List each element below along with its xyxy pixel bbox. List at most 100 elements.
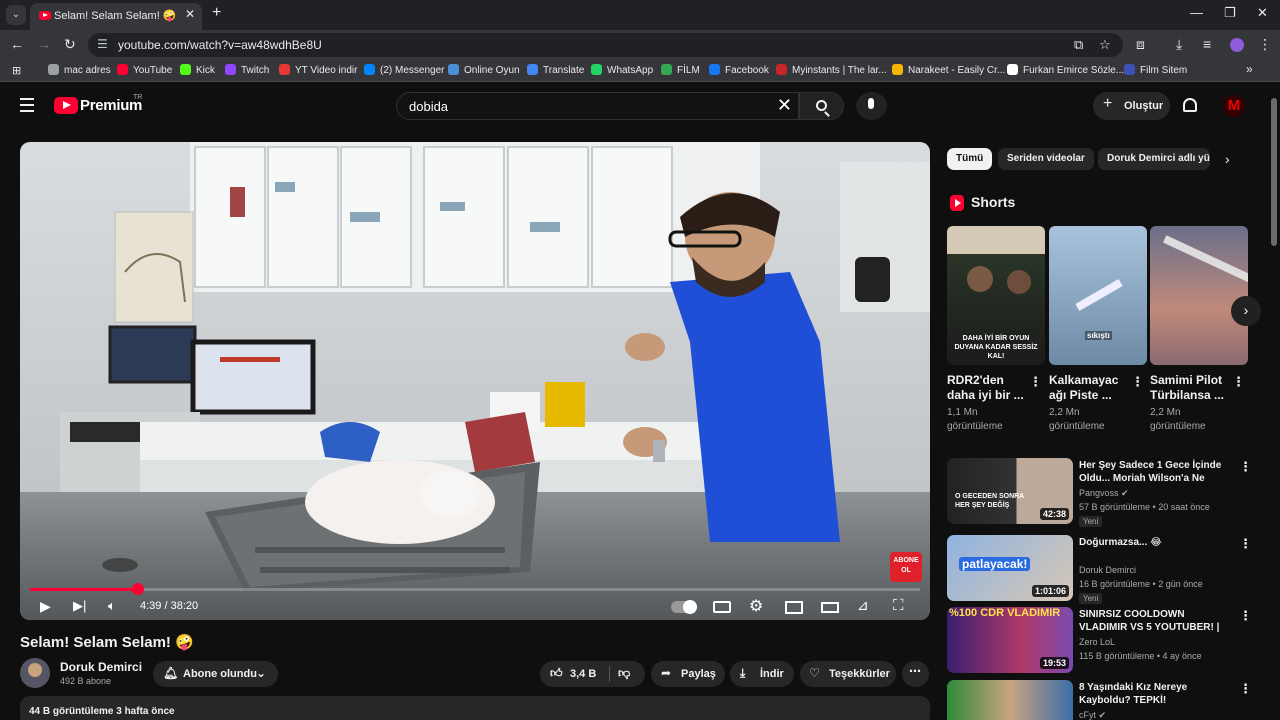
progress-scrubber[interactable] — [131, 583, 144, 595]
channel-avatar[interactable] — [20, 658, 50, 688]
channel-name[interactable]: Doruk Demirci — [60, 660, 142, 674]
page-scrollbar[interactable] — [1271, 98, 1277, 246]
short-title[interactable]: Kalkamayac ağı Piste ... — [1049, 373, 1129, 403]
bookmark-messenger[interactable]: (2) Messenger — [364, 64, 444, 76]
next-icon[interactable]: ▶| — [73, 598, 86, 614]
close-tab-icon[interactable]: ✕ — [185, 7, 195, 21]
bookmark-myinstants[interactable]: Myinstants | The lar... — [776, 64, 887, 76]
chevron-right-icon[interactable]: › — [1225, 151, 1230, 167]
related-thumbnail[interactable]: %100 CDR VLADIMIR 19:53 — [947, 607, 1073, 673]
more-vertical-icon[interactable]: ⋮ — [1239, 608, 1252, 624]
thanks-button[interactable]: ♡ Teşekkürler — [800, 661, 896, 687]
chip-all[interactable]: Tümü — [947, 148, 993, 170]
account-avatar[interactable]: M — [1223, 95, 1245, 117]
more-vertical-icon[interactable]: ⋮ — [1239, 459, 1252, 475]
theater-mode-icon[interactable] — [821, 602, 839, 613]
search-button[interactable] — [799, 92, 844, 120]
create-button[interactable]: + Oluştur — [1093, 92, 1170, 120]
bookmark-online-oyun[interactable]: Online Oyun — [448, 64, 520, 76]
like-button[interactable]: 👍︎ 3,4 B 👎︎ — [540, 661, 645, 687]
thumbs-down-icon[interactable]: 👎︎ — [618, 666, 630, 681]
related-title[interactable]: Doğurmazsa... 😂 — [1079, 536, 1229, 549]
related-channel[interactable]: Doruk Demirci — [1079, 565, 1136, 575]
subscribe-badge[interactable]: ABONE OL — [890, 552, 922, 582]
more-vertical-icon[interactable]: ⋮ — [1029, 374, 1042, 390]
more-actions-button[interactable]: ⋯ — [902, 661, 929, 687]
fullscreen-icon[interactable]: ⛶ — [893, 597, 904, 614]
miniplayer-icon[interactable] — [785, 601, 803, 614]
bookmark-facebook[interactable]: Facebook — [709, 64, 769, 76]
minimize-icon[interactable]: — — [1190, 5, 1203, 20]
more-vertical-icon[interactable]: ⋮ — [1239, 681, 1252, 697]
back-icon[interactable]: ← — [10, 36, 24, 52]
related-video[interactable]: 8 Yaşındaki Kız Nereye Kayboldu? TEPKİ! … — [947, 680, 1267, 720]
bookmark-twitch[interactable]: Twitch — [225, 64, 269, 76]
related-title[interactable]: Her Şey Sadece 1 Gece İçinde Oldu... Mor… — [1079, 459, 1229, 486]
media-icon[interactable]: ≡ — [1203, 36, 1211, 52]
window-close-icon[interactable]: ✕ — [1257, 5, 1268, 21]
settings-gear-icon[interactable]: ⚙ — [749, 596, 763, 616]
bookmark-mac-adres[interactable]: mac adres — [48, 64, 111, 76]
bookmark-narakeet[interactable]: Narakeet - Easily Cr... — [892, 64, 1005, 76]
subscribed-button[interactable]: 🔔︎ Abone olundu ⌄ — [153, 661, 278, 687]
bookmark-film-sitem[interactable]: Film Sitem — [1124, 64, 1187, 76]
download-button[interactable]: ⤓ İndir — [730, 661, 794, 687]
bookmark-furkan-emirce[interactable]: Furkan Emirce Sözle... — [1007, 64, 1124, 76]
bookmark-whatsapp[interactable]: WhatsApp — [591, 64, 653, 76]
search-input[interactable]: dobida ✕ — [396, 92, 799, 120]
share-button[interactable]: ➦ Paylaş — [651, 661, 725, 687]
bookmark-translate[interactable]: Translate — [527, 64, 584, 76]
more-bookmarks-icon[interactable]: » — [1246, 62, 1253, 76]
related-title[interactable]: SINIRSIZ COOLDOWN VLADIMIR VS 5 YOUTUBER… — [1079, 608, 1229, 635]
bookmark-yt-video-indir[interactable]: YT Video indir — [279, 64, 357, 76]
address-bar[interactable]: ☰ youtube.com/watch?v=aw48wdhBe8U ⧉ ☆ — [88, 33, 1123, 57]
short-title[interactable]: Samimi Pilot Türbilansa ... — [1150, 373, 1230, 403]
new-tab-icon[interactable]: + — [212, 4, 221, 22]
browser-tab[interactable]: Selam! Selam Selam! 🤪 - YouTube ✕ — [30, 3, 202, 30]
bookmark-kick[interactable]: Kick — [180, 64, 215, 76]
related-title[interactable]: 8 Yaşındaki Kız Nereye Kayboldu? TEPKİ! … — [1079, 681, 1229, 708]
bookmark-youtube[interactable]: YouTube — [117, 64, 172, 76]
voice-search-button[interactable] — [856, 92, 887, 120]
captions-icon[interactable] — [713, 601, 731, 613]
notifications-bell-icon[interactable] — [1183, 98, 1197, 112]
related-thumbnail[interactable] — [947, 680, 1073, 720]
more-vertical-icon[interactable]: ⋮ — [1239, 536, 1252, 552]
volume-icon[interactable]: 🔈︎ — [108, 598, 116, 614]
menu-hamburger-icon[interactable] — [20, 98, 34, 116]
reload-icon[interactable]: ↻ — [64, 36, 76, 53]
info-icon[interactable]: i — [902, 152, 916, 166]
description-box[interactable]: 44 B görüntüleme 3 hafta önce — [20, 696, 930, 720]
related-channel[interactable]: cFyt ✔ — [1079, 710, 1106, 720]
related-channel[interactable]: Pangvoss ✔ — [1079, 488, 1129, 499]
related-video[interactable]: %100 CDR VLADIMIR 19:53 SINIRSIZ COOLDOW… — [947, 607, 1267, 675]
menu-kebab-icon[interactable]: ⋮ — [1258, 36, 1272, 53]
short-thumbnail[interactable]: sıkıştı — [1049, 226, 1147, 365]
related-video[interactable]: patlayacak! 1:01:06 Doğurmazsa... 😂 Doru… — [947, 535, 1267, 604]
download-icon[interactable]: ⤓ — [1176, 36, 1182, 53]
tab-search-icon[interactable]: ⌄ — [6, 5, 26, 25]
related-video[interactable]: O GECEDEN SONRA HER ŞEY DEĞİŞ 42:38 Her … — [947, 458, 1267, 527]
bookmark-film[interactable]: FİLM — [661, 64, 700, 76]
youtube-logo-icon[interactable] — [54, 97, 78, 114]
more-vertical-icon[interactable]: ⋮ — [1131, 374, 1144, 390]
bookmark-star-icon[interactable]: ☆ — [1099, 37, 1111, 53]
short-thumbnail[interactable] — [1150, 226, 1248, 365]
short-title[interactable]: RDR2'den daha iyi bir ... — [947, 373, 1027, 403]
site-info-icon[interactable]: ☰ — [97, 37, 108, 51]
cast-icon[interactable]: ⧉ — [1074, 37, 1083, 53]
more-vertical-icon[interactable]: ⋮ — [1232, 374, 1245, 390]
maximize-icon[interactable]: ❐ — [1224, 5, 1236, 21]
shorts-next-icon[interactable]: › — [1231, 296, 1261, 326]
related-channel[interactable]: Zero LoL — [1079, 637, 1115, 647]
cast-to-tv-icon[interactable]: ⊿ — [857, 597, 869, 614]
short-thumbnail[interactable]: DAHA İYİ BİR OYUN DUYANA KADAR SESSİZ KA… — [947, 226, 1045, 365]
play-icon[interactable]: ▶ — [40, 598, 51, 615]
forward-icon[interactable]: → — [37, 36, 51, 52]
chip-channel[interactable]: Doruk Demirci adlı yü — [1098, 148, 1210, 170]
autoplay-toggle[interactable] — [671, 600, 697, 614]
video-player[interactable]: i ABONE OL ▶ ▶| 🔈︎ 4:39 / 38:20 ⚙ ⊿ ⛶ — [20, 142, 930, 620]
progress-bar[interactable] — [30, 583, 920, 595]
profile-icon[interactable] — [1230, 38, 1244, 52]
clear-search-icon[interactable]: ✕ — [777, 95, 792, 116]
